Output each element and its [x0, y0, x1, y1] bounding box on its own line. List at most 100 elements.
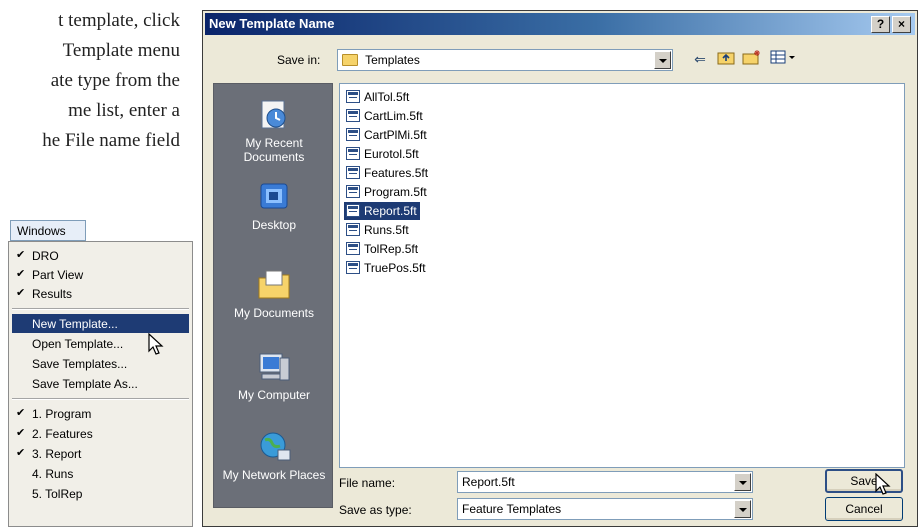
- template-file-icon: [346, 204, 360, 217]
- save-as-type-label: Save as type:: [339, 503, 412, 517]
- file-name: TruePos.5ft: [364, 261, 426, 275]
- new-folder-icon[interactable]: [741, 49, 763, 69]
- list-item-selected[interactable]: Report.5ft: [344, 202, 420, 220]
- file-name: AllTol.5ft: [364, 90, 410, 104]
- dialog-title: New Template Name: [209, 16, 335, 31]
- list-item[interactable]: CartLim.5ft: [344, 107, 426, 125]
- cancel-button[interactable]: Cancel: [825, 497, 903, 521]
- list-item[interactable]: TruePos.5ft: [344, 259, 429, 277]
- template-file-icon: [346, 147, 360, 160]
- place-label: My Documents: [233, 306, 315, 320]
- menu-item-label: 2. Features: [32, 427, 93, 441]
- list-item[interactable]: Runs.5ft: [344, 221, 412, 239]
- template-file-icon: [346, 223, 360, 236]
- place-label: My Network Places: [222, 468, 326, 482]
- template-file-icon: [346, 128, 360, 141]
- file-name: Report.5ft: [364, 204, 417, 218]
- place-my-recent-documents[interactable]: My Recent Documents: [214, 98, 334, 164]
- template-file-icon: [346, 109, 360, 122]
- my-documents-icon: [258, 270, 290, 299]
- close-button[interactable]: ×: [892, 16, 911, 33]
- file-list[interactable]: AllTol.5ft CartLim.5ft CartPlMi.5ft Euro…: [339, 83, 905, 468]
- check-icon: ✔: [16, 447, 26, 459]
- new-template-name-dialog: New Template Name ? × Save in: Templates…: [202, 10, 918, 527]
- check-icon: ✔: [16, 249, 26, 261]
- menu-item-label: Open Template...: [32, 337, 124, 351]
- template-file-icon: [346, 242, 360, 255]
- my-computer-icon: [259, 353, 290, 381]
- file-name-value: Report.5ft: [462, 475, 515, 489]
- windows-menu: Windows ✔ DRO ✔ Part View ✔ Results New …: [8, 220, 193, 527]
- list-item[interactable]: TolRep.5ft: [344, 240, 421, 258]
- check-icon: ✔: [16, 407, 26, 419]
- list-item[interactable]: AllTol.5ft: [344, 88, 412, 106]
- place-my-documents[interactable]: My Documents: [214, 268, 334, 320]
- menu-item-label: DRO: [32, 249, 59, 263]
- manual-body-text: t template, click Template menu ate type…: [0, 0, 200, 200]
- file-name-input[interactable]: Report.5ft: [457, 471, 753, 493]
- list-item[interactable]: CartPlMi.5ft: [344, 126, 430, 144]
- menu-item-label: Save Template As...: [32, 377, 138, 391]
- check-icon: ✔: [16, 427, 26, 439]
- dialog-titlebar: New Template Name ? ×: [205, 13, 915, 35]
- save-as-type-value: Feature Templates: [462, 502, 562, 516]
- template-file-icon: [346, 261, 360, 274]
- manual-text-line: t template, click: [58, 10, 180, 31]
- file-name: TolRep.5ft: [364, 242, 419, 256]
- template-file-icon: [346, 185, 360, 198]
- place-label: My Recent Documents: [243, 136, 305, 164]
- manual-text-line: Template menu: [62, 40, 180, 61]
- save-as-type-select[interactable]: Feature Templates: [457, 498, 753, 520]
- menu-item-label: 1. Program: [32, 407, 92, 421]
- list-item[interactable]: Program.5ft: [344, 183, 430, 201]
- menu-item-window-1[interactable]: ✔ 1. Program: [12, 404, 189, 423]
- view-menu-icon[interactable]: [769, 49, 799, 69]
- chevron-down-icon[interactable]: [734, 473, 751, 491]
- mouse-pointer-icon: [875, 473, 891, 495]
- back-icon[interactable]: ⇐: [689, 49, 711, 69]
- list-item[interactable]: Eurotol.5ft: [344, 145, 422, 163]
- file-name-label: File name:: [339, 476, 396, 490]
- windows-menu-title[interactable]: Windows: [10, 220, 86, 241]
- menu-item-window-3[interactable]: ✔ 3. Report: [12, 444, 189, 463]
- menu-item-part-view[interactable]: ✔ Part View: [12, 265, 189, 284]
- save-in-combo[interactable]: Templates: [337, 49, 673, 71]
- menu-item-label: Save Templates...: [32, 357, 128, 371]
- folder-icon: [342, 54, 358, 66]
- file-name: Eurotol.5ft: [364, 147, 419, 161]
- place-my-computer[interactable]: My Computer: [214, 350, 334, 402]
- menu-item-dro[interactable]: ✔ DRO: [12, 246, 189, 265]
- file-name: Program.5ft: [364, 185, 427, 199]
- help-button[interactable]: ?: [871, 16, 890, 33]
- chevron-down-icon[interactable]: [734, 500, 751, 518]
- up-folder-icon[interactable]: [715, 49, 737, 69]
- list-item[interactable]: Features.5ft: [344, 164, 431, 182]
- menu-item-save-template-as[interactable]: Save Template As...: [12, 374, 189, 393]
- desktop-icon: [260, 183, 288, 209]
- file-name: Features.5ft: [364, 166, 429, 180]
- place-my-network-places[interactable]: My Network Places: [214, 430, 334, 482]
- place-desktop[interactable]: Desktop: [214, 180, 334, 232]
- manual-text-line: ate type from the: [50, 70, 180, 91]
- save-in-label: Save in:: [277, 53, 321, 67]
- menu-item-window-2[interactable]: ✔ 2. Features: [12, 424, 189, 443]
- menu-item-label: Results: [32, 287, 73, 301]
- menu-item-window-5[interactable]: 5. TolRep: [12, 484, 189, 503]
- menu-item-label: 4. Runs: [32, 467, 74, 481]
- menu-item-window-4[interactable]: 4. Runs: [12, 464, 189, 483]
- template-file-icon: [346, 90, 360, 103]
- place-label: Desktop: [251, 218, 297, 232]
- check-icon: ✔: [16, 287, 26, 299]
- chevron-down-icon[interactable]: [654, 51, 671, 69]
- menu-item-results[interactable]: ✔ Results: [12, 284, 189, 303]
- menu-item-label: 5. TolRep: [32, 487, 83, 501]
- network-places-icon: [260, 432, 291, 461]
- menu-separator: [12, 398, 189, 400]
- file-name: CartPlMi.5ft: [364, 128, 427, 142]
- menu-item-label: 3. Report: [32, 447, 82, 461]
- places-bar: My Recent Documents Desktop My Documents: [213, 83, 333, 508]
- manual-text-line: he File name field: [42, 130, 180, 151]
- menu-item-new-template[interactable]: New Template...: [12, 314, 189, 333]
- recent-documents-icon: [261, 100, 286, 129]
- windows-menu-dropdown: ✔ DRO ✔ Part View ✔ Results New Template…: [8, 241, 193, 527]
